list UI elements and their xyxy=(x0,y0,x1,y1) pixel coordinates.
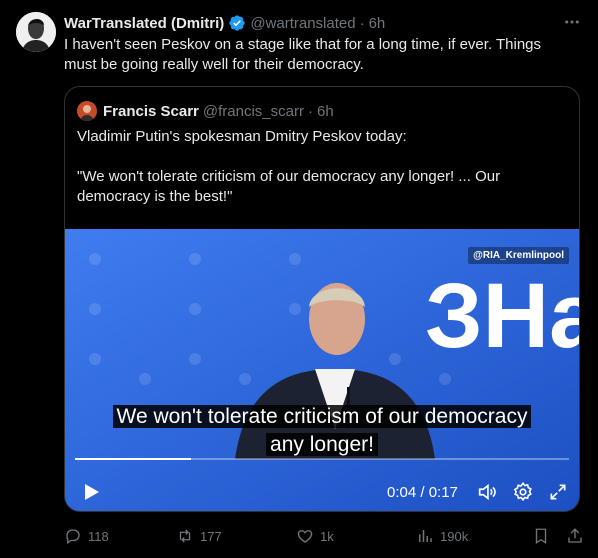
video-controls: 0:04 / 0:17 xyxy=(65,473,579,511)
separator-dot: · xyxy=(359,14,365,32)
like-count: 1k xyxy=(320,528,334,544)
play-icon[interactable] xyxy=(79,480,103,504)
quoted-post-card[interactable]: Francis Scarr @francis_scarr · 6h Vladim… xyxy=(64,86,580,512)
repost-icon xyxy=(179,529,191,543)
post-text: I haven't seen Peskov on a stage like th… xyxy=(64,36,542,73)
quoted-author-name[interactable]: Francis Scarr xyxy=(103,103,199,120)
quoted-separator-dot: · xyxy=(307,102,313,120)
repost-button[interactable]: 177 xyxy=(176,524,222,548)
quoted-author-avatar[interactable] xyxy=(77,101,97,121)
fullscreen-icon[interactable] xyxy=(547,481,569,503)
quoted-post-header: Francis Scarr @francis_scarr · 6h xyxy=(77,101,334,121)
author-handle[interactable]: @wartranslated xyxy=(250,15,355,32)
video-frame: ЗНа xyxy=(65,229,579,511)
video-watermark: @RIA_Kremlinpool xyxy=(468,247,569,264)
author-name[interactable]: WarTranslated (Dmitri) xyxy=(64,15,224,32)
bookmark-button[interactable] xyxy=(532,524,556,548)
bookmark-icon xyxy=(535,528,547,545)
video-caption: We won't tolerate criticism of our democ… xyxy=(65,403,579,459)
video-player[interactable]: ЗНа @RIA_Kremlinpool We won't tolerate c… xyxy=(65,229,579,511)
video-progress-bar[interactable] xyxy=(75,458,569,460)
caption-line-2: any longer! xyxy=(266,433,378,456)
more-options-icon[interactable] xyxy=(562,12,582,32)
views-count: 190k xyxy=(440,528,469,544)
video-progress-fill xyxy=(75,458,192,460)
repost-count: 177 xyxy=(200,528,222,544)
share-button[interactable] xyxy=(566,524,590,548)
share-icon xyxy=(568,528,582,543)
verified-badge-icon xyxy=(228,14,246,32)
reply-icon xyxy=(66,529,80,545)
views-chart-icon xyxy=(419,530,432,542)
caption-line-1: We won't tolerate criticism of our democ… xyxy=(112,405,532,428)
quoted-author-handle[interactable]: @francis_scarr xyxy=(203,103,304,120)
like-button[interactable]: 1k xyxy=(296,524,334,548)
reply-count: 118 xyxy=(88,528,109,544)
author-avatar[interactable] xyxy=(16,12,56,52)
views-button[interactable]: 190k xyxy=(416,524,468,548)
backdrop-text: ЗНа xyxy=(425,265,579,367)
quoted-post-time[interactable]: 6h xyxy=(317,103,334,120)
reply-button[interactable]: 118 xyxy=(64,524,109,548)
video-timecode: 0:04 / 0:17 xyxy=(387,484,458,501)
post-header: WarTranslated (Dmitri) @wartranslated · … xyxy=(64,13,582,33)
quoted-post-text: Vladimir Putin's spokesman Dmitry Peskov… xyxy=(77,128,501,205)
post-action-bar: 118 177 1k 190k xyxy=(64,524,584,548)
settings-gear-icon[interactable] xyxy=(512,481,534,503)
volume-icon[interactable] xyxy=(476,481,498,503)
post-time[interactable]: 6h xyxy=(369,15,386,32)
heart-icon xyxy=(297,530,313,543)
